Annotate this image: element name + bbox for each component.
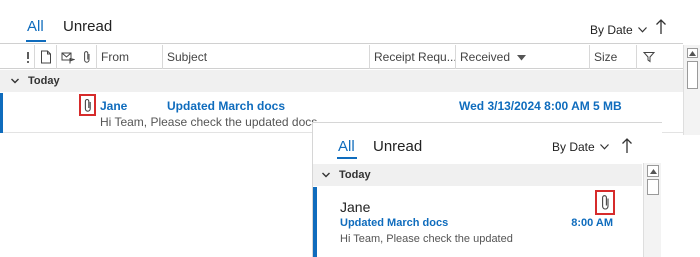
message-list-compact: All Unread By Date Today Jane Updated Ma… (312, 122, 662, 257)
arrow-up-icon[interactable] (621, 137, 633, 155)
sort-by-dropdown[interactable]: By Date (590, 23, 647, 37)
paperclip-icon[interactable] (78, 45, 96, 69)
tab-unread[interactable]: Unread (63, 18, 112, 35)
filter-bar: All Unread By Date (0, 0, 683, 44)
sort-by-label: By Date (590, 23, 633, 37)
column-received-label: Received (460, 50, 511, 64)
document-icon[interactable] (34, 45, 56, 69)
sort-by-dropdown[interactable]: By Date (552, 140, 609, 154)
tab-all-underline (26, 40, 46, 42)
paperclip-icon (79, 94, 96, 116)
message-size: 5 MB (593, 99, 622, 113)
message-preview: Hi Team, Please check the updated docs (100, 115, 318, 129)
column-from[interactable]: From (96, 45, 162, 69)
column-received[interactable]: Received (455, 45, 589, 69)
message-sender: Jane (340, 199, 371, 215)
group-header-today[interactable]: Today (0, 70, 683, 92)
tab-all[interactable]: All (338, 138, 355, 155)
chevron-down-icon (599, 144, 609, 150)
selection-bar (313, 187, 317, 257)
column-receipt-requested[interactable]: Receipt Requ... (369, 45, 455, 69)
message-row[interactable]: Jane Updated March docs 8:00 AM Hi Team,… (313, 187, 642, 257)
tab-all-underline (337, 157, 357, 159)
message-preview: Hi Team, Please check the updated (340, 233, 513, 245)
group-label: Today (28, 75, 60, 87)
message-received: Wed 3/13/2024 8:00 AM (459, 99, 590, 113)
chevron-down-icon (637, 27, 647, 33)
message-subject: Updated March docs (167, 99, 286, 113)
envelope-flag-icon[interactable] (56, 45, 78, 69)
selection-bar (0, 93, 3, 133)
group-label: Today (339, 169, 371, 181)
column-size[interactable]: Size (589, 45, 636, 69)
exclamation-icon[interactable] (0, 45, 34, 69)
arrow-up-icon[interactable] (655, 18, 667, 36)
scrollbar-thumb[interactable] (687, 61, 698, 89)
group-header-today[interactable]: Today (313, 164, 642, 186)
message-time: 8:00 AM (571, 217, 613, 229)
filter-icon[interactable] (636, 45, 660, 69)
vertical-scrollbar[interactable] (643, 163, 661, 257)
scrollbar-thumb[interactable] (647, 179, 659, 195)
message-sender: Jane (100, 99, 128, 113)
paperclip-icon (595, 190, 615, 215)
message-subject: Updated March docs (340, 217, 449, 229)
tab-all[interactable]: All (27, 18, 44, 35)
sort-by-label: By Date (552, 140, 595, 154)
column-header: From Subject Receipt Requ... Received Si… (0, 45, 683, 69)
vertical-scrollbar[interactable] (683, 45, 700, 135)
scroll-up-icon[interactable] (687, 48, 698, 58)
column-subject[interactable]: Subject (162, 45, 369, 69)
scroll-up-icon[interactable] (647, 165, 659, 177)
tab-unread[interactable]: Unread (373, 138, 422, 155)
sort-descending-icon (517, 55, 527, 61)
